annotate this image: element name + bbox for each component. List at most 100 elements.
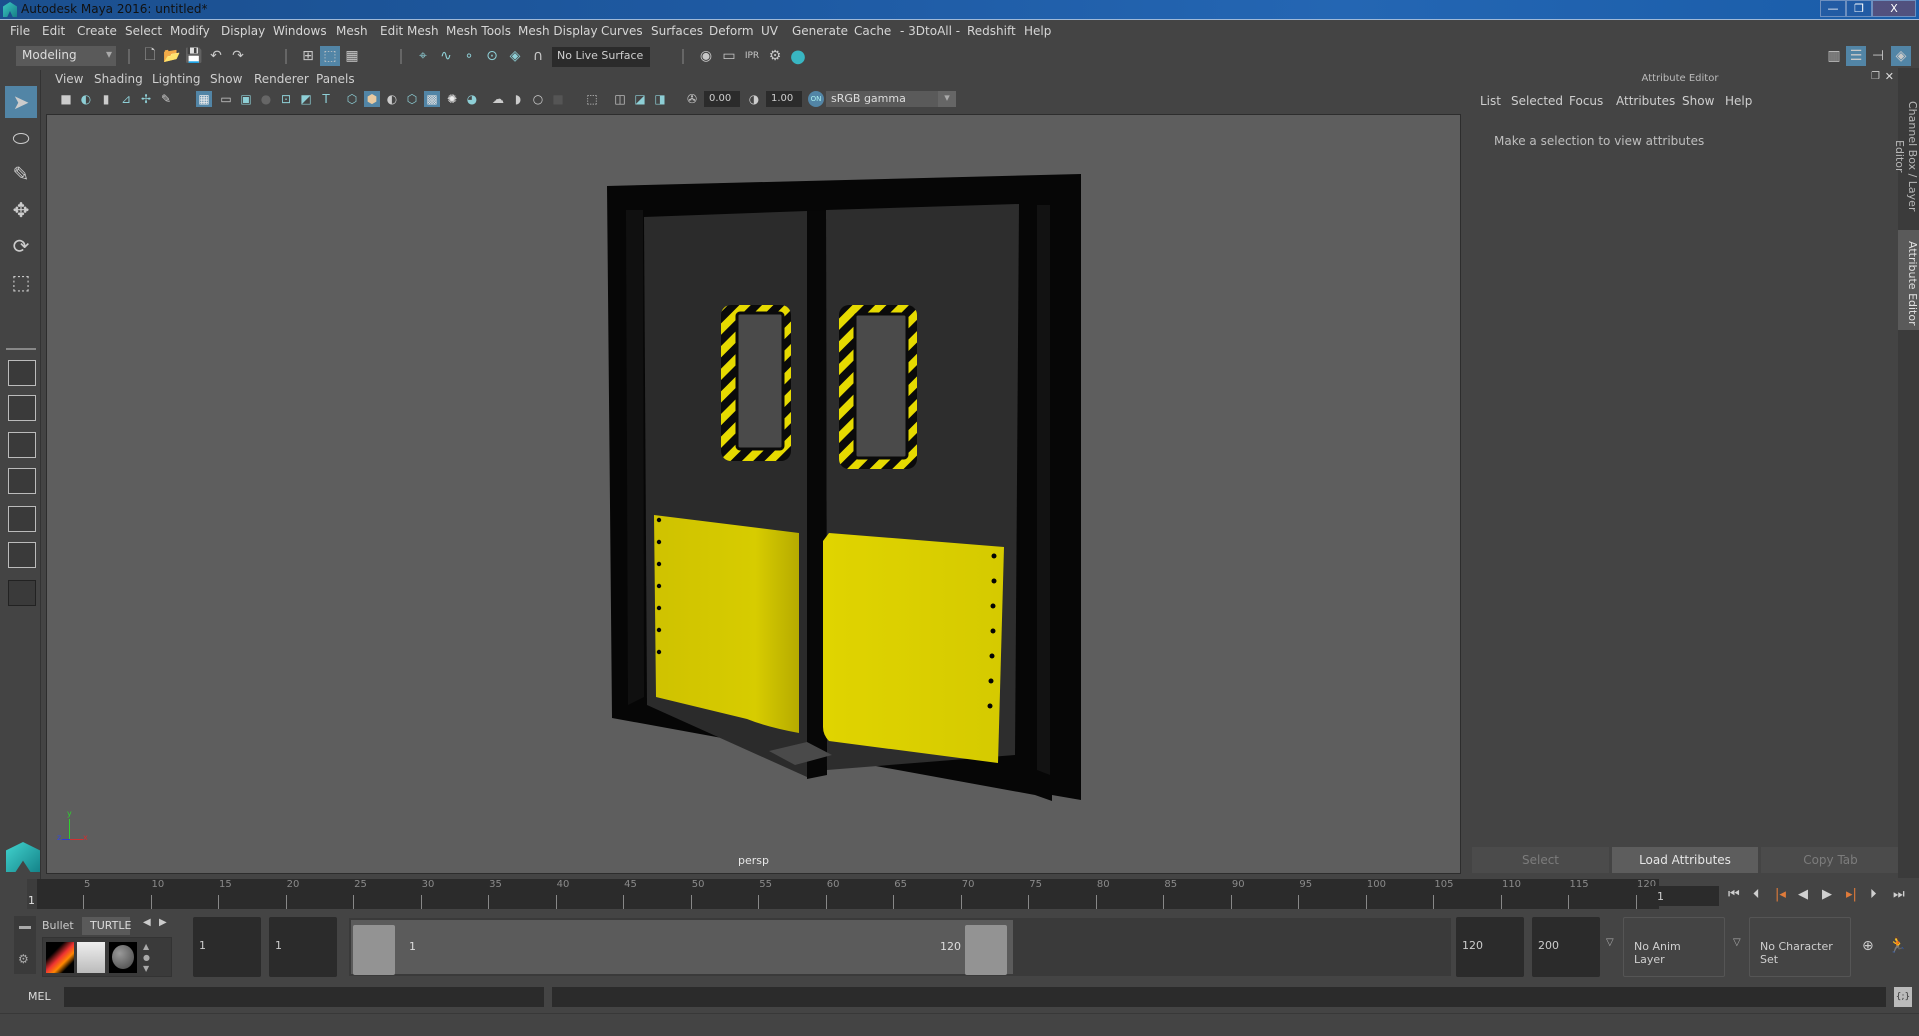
mel-language-toggle[interactable]: MEL [28, 990, 51, 1003]
vp-menu-show[interactable]: Show [210, 72, 242, 86]
menu-mesh-display[interactable]: Mesh Display [518, 24, 598, 38]
channel-box-icon[interactable]: ◈ [1891, 46, 1911, 66]
menu-curves[interactable]: Curves [601, 24, 643, 38]
step-back-frame-icon[interactable]: |◂ [1775, 887, 1786, 902]
shelf-scroll-left-icon[interactable]: ◀ [143, 917, 151, 928]
menu-mesh-tools[interactable]: Mesh Tools [446, 24, 511, 38]
menu-windows[interactable]: Windows [273, 24, 327, 38]
xray-joints-icon[interactable]: ◪ [632, 91, 648, 107]
undo-icon[interactable]: ↶ [206, 46, 226, 66]
menu-modify[interactable]: Modify [170, 24, 210, 38]
auto-key-icon[interactable]: ⊕ [1862, 938, 1874, 954]
smooth-shade-icon[interactable]: ⬢ [364, 91, 380, 107]
menu-display[interactable]: Display [221, 24, 265, 38]
menu-surfaces[interactable]: Surfaces [651, 24, 703, 38]
live-surface-field[interactable]: No Live Surface [552, 47, 650, 67]
modeling-toolkit-icon[interactable]: ▥ [1824, 46, 1844, 66]
tab-channel-box[interactable]: Channel Box / Layer Editor [1893, 78, 1919, 228]
step-back-key-icon[interactable]: ⏴ [1753, 887, 1760, 902]
outliner-graph-layout[interactable] [8, 506, 36, 532]
wireframe-on-shaded-icon[interactable]: ⬡ [404, 91, 420, 107]
vp-menu-lighting[interactable]: Lighting [152, 72, 201, 86]
tool-settings-icon[interactable]: ⊣ [1868, 46, 1888, 66]
render-settings-icon[interactable]: ⚙ [765, 46, 785, 66]
viewport-3d[interactable]: y x z persp [46, 114, 1461, 874]
menu-generate[interactable]: Generate [792, 24, 848, 38]
select-hierarchy-icon[interactable]: ⊞ [298, 46, 318, 66]
shelf-settings-icon[interactable]: ⚙ [18, 952, 29, 966]
menu-edit[interactable]: Edit [42, 24, 65, 38]
close-button[interactable]: X [1872, 0, 1916, 17]
open-scene-icon[interactable]: 📂 [162, 46, 182, 66]
persp-outliner-layout[interactable] [8, 432, 36, 458]
shelf-menu-icon[interactable] [19, 926, 31, 929]
layout-options[interactable] [8, 580, 36, 606]
range-slider[interactable]: 1 120 [349, 918, 1451, 976]
range-start-handle[interactable] [353, 925, 395, 975]
shadows-icon[interactable]: ◕ [464, 91, 480, 107]
vp-menu-view[interactable]: View [55, 72, 83, 86]
vp-menu-shading[interactable]: Shading [94, 72, 143, 86]
menu-3dtoall[interactable]: - 3DtoAll - [900, 24, 960, 38]
step-forward-key-icon[interactable]: ⏵ [1870, 887, 1877, 902]
select-tool-icon[interactable]: ➤ [5, 86, 37, 118]
shelf-scroll-arrows-icon[interactable]: ▲ ● ▼ [143, 941, 150, 974]
animation-preferences-icon[interactable]: 🏃 [1888, 936, 1907, 954]
grease-pencil-icon[interactable]: ✎ [158, 91, 174, 107]
field-chart-icon[interactable]: ⊡ [278, 91, 294, 107]
menu-cache[interactable]: Cache [854, 24, 891, 38]
play-backwards-icon[interactable]: ◀ [1798, 887, 1808, 902]
default-material-icon[interactable]: ◐ [384, 91, 400, 107]
2d-pan-zoom-icon[interactable]: ✢ [138, 91, 154, 107]
play-forwards-icon[interactable]: ▶ [1822, 887, 1832, 902]
load-attributes-button[interactable]: Load Attributes [1612, 847, 1758, 873]
single-perspective-layout[interactable] [8, 360, 36, 386]
color-management-toggle[interactable]: ON [808, 91, 824, 107]
minimize-button[interactable]: — [1820, 0, 1846, 17]
vp-menu-renderer[interactable]: Renderer [254, 72, 309, 86]
menu-deform[interactable]: Deform [709, 24, 754, 38]
time-slider[interactable]: 1 5 10 15 20 25 30 35 40 45 50 55 60 65 70 75 80 85 90 95 1… [27, 879, 1659, 909]
anim-layer-dropdown[interactable]: No Anim Layer [1623, 917, 1725, 977]
script-editor-icon[interactable]: {;} [1894, 987, 1912, 1007]
go-to-start-icon[interactable]: ⏮ [1728, 887, 1740, 902]
end-time-field[interactable]: 200 [1532, 917, 1600, 977]
step-forward-frame-icon[interactable]: ▸| [1846, 887, 1857, 902]
motion-blur-icon[interactable]: ◗ [510, 91, 526, 107]
safe-action-icon[interactable]: ◩ [298, 91, 314, 107]
shelf-scroll-right-icon[interactable]: ▶ [159, 917, 167, 928]
playback-start-field[interactable]: 1 [269, 917, 337, 977]
exposure-icon[interactable]: ✇ [684, 91, 700, 107]
xray-components-icon[interactable]: ◨ [652, 91, 668, 107]
door-model[interactable] [47, 115, 1462, 875]
view-transform-dropdown[interactable]: sRGB gamma ▾ [826, 91, 956, 107]
menu-select[interactable]: Select [125, 24, 162, 38]
menu-help[interactable]: Help [1024, 24, 1051, 38]
shelf-tab-turtle[interactable]: TURTLE [82, 917, 131, 935]
safe-title-icon[interactable]: T [318, 91, 334, 107]
xray-icon[interactable]: ◫ [612, 91, 628, 107]
resolution-gate-icon[interactable]: ▣ [238, 91, 254, 107]
persp-graph-layout[interactable] [8, 468, 36, 494]
playback-end-field[interactable]: 120 [1456, 917, 1524, 977]
use-all-lights-icon[interactable]: ✺ [444, 91, 460, 107]
move-tool-icon[interactable]: ✥ [5, 194, 37, 226]
ipr-render-icon[interactable]: IPR [742, 46, 762, 66]
grid-icon[interactable]: ▦ [196, 91, 212, 107]
menuset-dropdown[interactable]: Modeling ▾ [16, 46, 116, 66]
bookmark-icon[interactable]: ▮ [98, 91, 114, 107]
current-frame-field[interactable]: 1 [1651, 886, 1719, 906]
save-scene-icon[interactable]: 💾 [184, 46, 204, 66]
ae-menu-show[interactable]: Show [1682, 94, 1714, 108]
snap-view-plane-icon[interactable]: ⊙ [482, 46, 502, 66]
ae-menu-list[interactable]: List [1480, 94, 1501, 108]
image-plane-icon[interactable]: ⊿ [118, 91, 134, 107]
snap-grid-icon[interactable]: ⌖ [413, 46, 433, 66]
snap-point-icon[interactable]: ∘ [459, 46, 479, 66]
menu-create[interactable]: Create [77, 24, 117, 38]
hypershade-icon[interactable]: ● [788, 46, 808, 67]
film-gate-icon[interactable]: ▭ [218, 91, 234, 107]
menu-mesh[interactable]: Mesh [336, 24, 368, 38]
character-set-dropdown[interactable]: No Character Set [1749, 917, 1851, 977]
gate-mask-icon[interactable]: ● [258, 91, 274, 107]
